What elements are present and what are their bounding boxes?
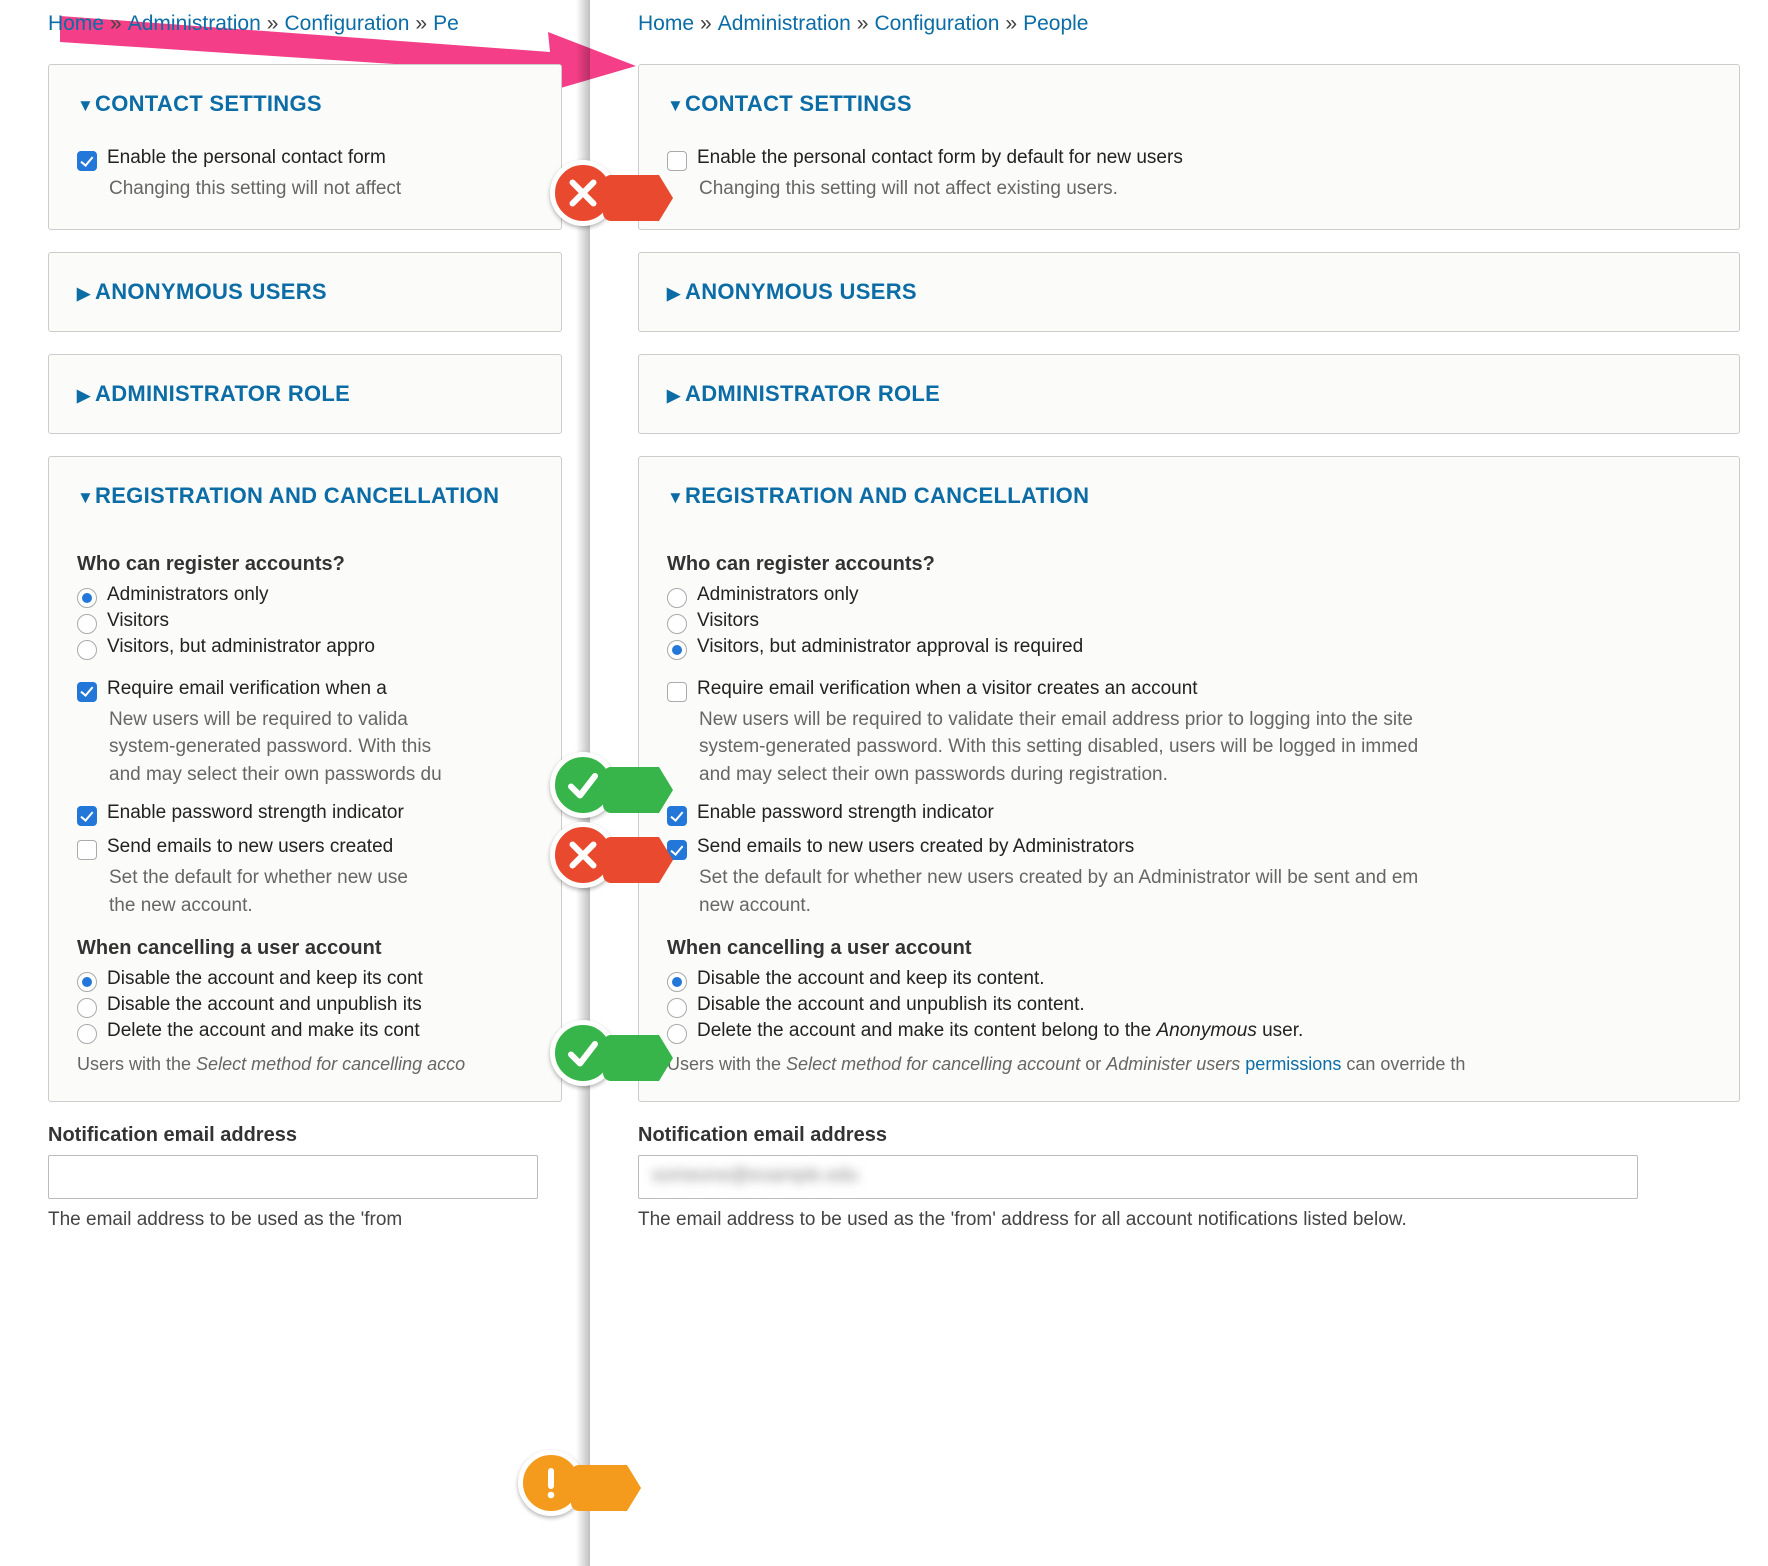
breadcrumb-config[interactable]: Configuration	[874, 12, 999, 35]
breadcrumb-home[interactable]: Home	[638, 12, 694, 35]
caret-down-icon: ▼	[77, 488, 95, 508]
panel-anon-toggle[interactable]: ▶ANONYMOUS USERS	[639, 253, 1739, 331]
pwd-strength-checkbox[interactable]	[77, 806, 97, 826]
panel-reg-toggle[interactable]: ▼REGISTRATION AND CANCELLATION	[49, 457, 561, 535]
who-visitors-approval-radio[interactable]	[667, 640, 687, 660]
breadcrumb-config[interactable]: Configuration	[284, 12, 409, 35]
who-visitors-radio[interactable]	[77, 614, 97, 634]
caret-right-icon: ▶	[77, 386, 95, 406]
cancel-delete-anon-radio[interactable]	[77, 1024, 97, 1044]
panel-anon-toggle[interactable]: ▶ANONYMOUS USERS	[49, 253, 561, 331]
cancel-disable-unpub-radio[interactable]	[667, 998, 687, 1018]
require-email-checkbox[interactable]	[77, 682, 97, 702]
who-register-heading: Who can register accounts?	[667, 553, 1711, 576]
panel-contact-toggle[interactable]: ▼CONTACT SETTINGS	[49, 65, 561, 143]
caret-down-icon: ▼	[667, 96, 685, 116]
panel-reg-toggle[interactable]: ▼REGISTRATION AND CANCELLATION	[639, 457, 1739, 535]
cancel-heading: When cancelling a user account	[667, 937, 1711, 960]
enable-contact-label: Enable the personal contact form by defa…	[697, 147, 1183, 169]
who-admin-radio[interactable]	[77, 588, 97, 608]
caret-down-icon: ▼	[667, 488, 685, 508]
caret-right-icon: ▶	[77, 284, 95, 304]
who-visitors-radio[interactable]	[667, 614, 687, 634]
caret-right-icon: ▶	[667, 386, 685, 406]
cancel-disable-keep-radio[interactable]	[667, 972, 687, 992]
enable-contact-checkbox[interactable]	[667, 151, 687, 171]
panel-contact-toggle[interactable]: ▼CONTACT SETTINGS	[639, 65, 1739, 143]
who-visitors-approval-radio[interactable]	[77, 640, 97, 660]
cancel-disable-keep-radio[interactable]	[77, 972, 97, 992]
breadcrumb-admin[interactable]: Administration	[128, 12, 261, 35]
breadcrumb-people[interactable]: People	[1023, 12, 1088, 35]
enable-contact-label: Enable the personal contact form	[107, 147, 386, 169]
caret-right-icon: ▶	[667, 284, 685, 304]
breadcrumb: Home»Administration»Configuration»People	[638, 12, 1740, 36]
cancel-heading: When cancelling a user account	[77, 937, 533, 960]
breadcrumb-admin[interactable]: Administration	[718, 12, 851, 35]
breadcrumb: Home»Administration»Configuration»Pe	[48, 12, 562, 36]
notification-email-input[interactable]	[48, 1155, 538, 1199]
who-register-heading: Who can register accounts?	[77, 553, 533, 576]
notification-email-input[interactable]	[638, 1155, 1638, 1199]
panel-adminrole-toggle[interactable]: ▶ADMINISTRATOR ROLE	[639, 355, 1739, 433]
notification-email-label: Notification email address	[638, 1124, 1740, 1147]
require-email-checkbox[interactable]	[667, 682, 687, 702]
cancel-delete-anon-radio[interactable]	[667, 1024, 687, 1044]
breadcrumb-people[interactable]: Pe	[433, 12, 459, 35]
permissions-link[interactable]: permissions	[1245, 1054, 1341, 1074]
panel-adminrole-toggle[interactable]: ▶ADMINISTRATOR ROLE	[49, 355, 561, 433]
pwd-strength-checkbox[interactable]	[667, 806, 687, 826]
caret-down-icon: ▼	[77, 96, 95, 116]
send-emails-checkbox[interactable]	[667, 840, 687, 860]
send-emails-checkbox[interactable]	[77, 840, 97, 860]
notification-email-label: Notification email address	[48, 1124, 562, 1147]
cancel-disable-unpub-radio[interactable]	[77, 998, 97, 1018]
breadcrumb-home[interactable]: Home	[48, 12, 104, 35]
enable-contact-checkbox[interactable]	[77, 151, 97, 171]
who-admin-radio[interactable]	[667, 588, 687, 608]
